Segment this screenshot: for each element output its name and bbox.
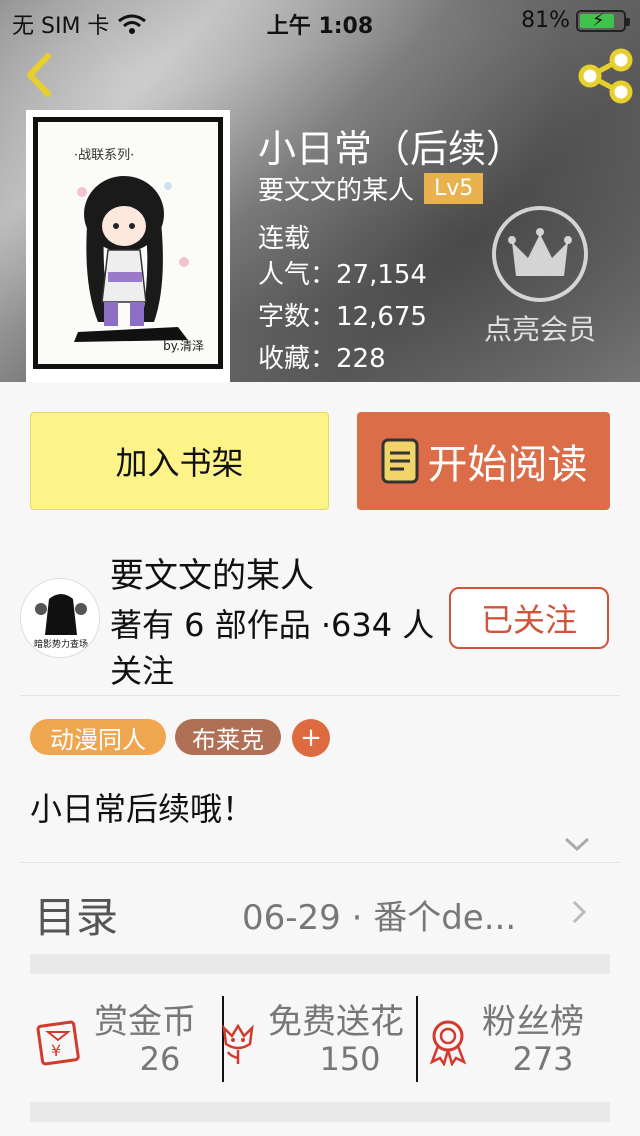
add-to-shelf-label: 加入书架 [115,444,244,482]
start-reading-button[interactable]: 开始阅读 [357,412,610,510]
chevron-right-icon [572,900,587,924]
vip-label: 点亮会员 [483,313,596,346]
free-flower-button[interactable]: 免费送花 150 [210,990,415,1084]
section-separator [30,1102,610,1122]
catalog-label: 目录 [34,893,119,942]
back-arrow-icon[interactable] [18,50,58,100]
vip-button[interactable]: 点亮会员 [470,206,610,346]
author-avatar[interactable]: 暗影势力查场 [20,578,100,658]
add-tag-button[interactable]: + [292,719,330,757]
flower-icon [222,1023,254,1064]
crown-icon [508,228,572,276]
cover-illustration [74,176,189,342]
fan-rank-value: 273 [512,1040,574,1078]
author-link[interactable]: 要文文的某人 [258,170,414,207]
medal-icon [429,1020,467,1066]
reward-coin-button[interactable]: ¥ 赏金币 26 [30,990,220,1084]
level-badge: Lv5 [424,173,484,204]
tag-label: 布莱克 [192,725,264,754]
author-name[interactable]: 要文文的某人 [110,548,314,597]
divider [20,695,620,696]
chevron-down-icon[interactable] [562,834,592,854]
add-to-shelf-button[interactable]: 加入书架 [30,412,329,510]
plus-icon: + [300,723,322,753]
popularity-stat: 人气：27,154 [258,260,427,290]
free-flower-value: 150 [319,1040,381,1078]
divider [20,862,620,863]
author-works-info: 著有 6 部作品 ·634 人关注 [110,606,435,690]
share-icon[interactable] [576,48,636,104]
latest-chapter: 06-29 · 番个de... [242,898,517,938]
book-cover[interactable]: ·战联系列· by.清泽 [26,110,230,382]
book-description: 小日常后续哦！ [30,790,255,828]
reward-coin-label: 赏金币 [94,1002,196,1042]
book-title: 小日常（后续） [258,127,525,171]
book-icon [381,438,418,484]
start-reading-label: 开始阅读 [427,442,588,488]
red-envelope-icon: ¥ [36,1020,80,1066]
follow-label: 已关注 [480,601,577,639]
status-bar: 无 SIM 卡 上午 1:08 81% ⚡ [0,0,640,40]
reward-coin-value: 26 [139,1040,181,1078]
fan-rank-label: 粉丝榜 [482,1002,584,1042]
vertical-divider [416,996,418,1082]
svg-text:¥: ¥ [51,1041,61,1060]
cover-frame: ·战联系列· by.清泽 [33,117,223,369]
cover-signature: by.清泽 [163,339,204,353]
fan-rank-button[interactable]: 粉丝榜 273 [420,990,620,1084]
book-header: 无 SIM 卡 上午 1:08 81% ⚡ ·战联系列· by.清泽 小日常（后… [0,0,640,382]
tag-label: 动漫同人 [50,725,146,754]
battery-percent: 81% [521,8,570,33]
tag-chip[interactable]: 动漫同人 [30,719,166,755]
battery-icon: ⚡ [576,9,630,32]
favorites-stat: 收藏：228 [258,344,386,374]
free-flower-label: 免费送花 [268,1002,404,1042]
follow-button[interactable]: 已关注 [449,587,609,649]
avatar-caption: 暗影势力查场 [33,640,88,650]
serial-status: 连载 [258,224,311,254]
word-count-stat: 字数：12,675 [258,302,427,332]
tag-chip[interactable]: 布莱克 [175,719,281,755]
section-separator [30,954,610,974]
